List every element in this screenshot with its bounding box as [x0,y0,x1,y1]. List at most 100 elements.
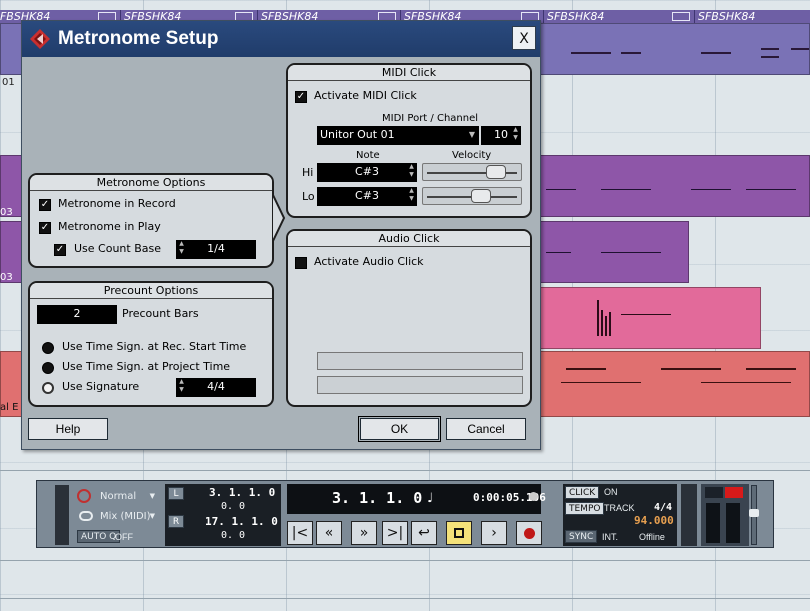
midi-port-value: Unitor Out 01 [320,128,395,141]
lo-note-field[interactable]: C#3 ▲ ▼ [317,187,417,206]
audio-sound-lo-field[interactable] [317,376,523,394]
audio-click-panel: Audio Click Activate Audio Click [286,229,532,407]
cycle-button[interactable]: ↩ [411,521,437,545]
count-base-checkbox[interactable]: ✓ [54,244,66,256]
count-base-value: 1/4 [207,242,225,255]
fast-forward-icon: » [359,525,369,541]
spin-arrows-icon[interactable]: ▲ ▼ [407,163,416,182]
lo-note-value: C#3 [355,189,379,202]
velocity-label: Velocity [452,150,492,161]
note-label: Note [356,150,380,161]
slider-knob[interactable] [486,165,506,179]
click-button[interactable]: CLICK [565,486,600,499]
spin-arrows-icon[interactable]: ▲ ▼ [511,126,520,145]
audio-part[interactable] [540,287,761,349]
left-locator-button[interactable]: L [168,487,184,500]
record-icon [523,527,535,539]
sync-mode: INT. [602,532,619,542]
cancel-button[interactable]: Cancel [446,418,526,440]
right-locator-sub: 0. 0 [221,530,246,541]
ok-button[interactable]: OK [358,416,441,442]
close-icon: X [519,31,529,47]
stop-icon [454,528,464,538]
activate-midi-click-checkbox[interactable]: ✓ [295,91,307,103]
metronome-play-checkbox[interactable]: ✓ [39,222,51,234]
count-base-field[interactable]: ▲ ▼ 1/4 [176,240,256,259]
autoq-value: OFF [115,532,133,542]
note-icon: ♩ [427,491,434,506]
help-button[interactable]: Help [28,418,108,440]
master-fader-knob[interactable] [749,509,759,517]
track-header-bar[interactable]: SFBSHK84 [695,10,810,23]
hi-note-value: C#3 [355,165,379,178]
midi-port-select[interactable]: Unitor Out 01 ▼ [317,126,479,145]
activate-midi-click-label: Activate MIDI Click [314,89,417,102]
sync-button[interactable]: SYNC [565,530,598,543]
play-button[interactable]: › [481,521,507,545]
panel-title: MIDI Click [288,65,530,81]
spin-arrows-icon[interactable]: ▲ ▼ [177,378,186,397]
right-locator-button[interactable]: R [168,515,184,528]
stop-button[interactable] [446,521,472,545]
row-label: 03 [0,207,13,218]
activate-audio-click-label: Activate Audio Click [314,255,424,268]
chevron-down-icon: ▼ [468,130,475,139]
transport-panel: Normal ▼ Mix (MIDI) ▼ AUTO Q OFF L 3. 1.… [36,480,774,548]
midi-channel-field[interactable]: 10 ▲ ▼ [481,126,521,145]
go-to-start-button[interactable]: |< [287,521,313,545]
precount-options-panel: Precount Options 2 Precount Bars Use Tim… [28,281,274,407]
level-meter-left [706,503,720,543]
part-name: SFBSHK84 [547,10,605,23]
spin-arrows-icon[interactable]: ▲ ▼ [407,187,416,206]
dialog-title: Metronome Setup [58,28,219,49]
play-icon: › [491,525,497,541]
hi-label: Hi [302,166,314,179]
metronome-record-checkbox[interactable]: ✓ [39,199,51,211]
chevron-down-icon: ▼ [149,512,155,520]
lo-label: Lo [302,190,315,203]
project-time-radio[interactable] [42,362,54,374]
clock-icon [529,492,538,501]
activate-audio-click-checkbox[interactable] [295,257,307,269]
row-label: 01 [2,77,15,88]
sync-status: Offline [639,532,665,542]
metronome-options-panel: Metronome Options ✓ Metronome in Record … [28,173,274,268]
slider-knob[interactable] [471,189,491,203]
rec-start-radio[interactable] [42,342,54,354]
record-mode-select[interactable]: Normal ▼ [77,489,159,504]
record-button[interactable] [516,521,542,545]
audio-sound-hi-field[interactable] [317,352,523,370]
input-meter [55,485,69,545]
tempo-button[interactable]: TEMPO [565,502,605,515]
precount-bars-field[interactable]: 2 [37,305,117,324]
forward-button[interactable]: » [351,521,377,545]
chevron-down-icon: ▼ [149,492,155,500]
lo-velocity-slider[interactable] [422,187,522,205]
panel-pointer-icon [272,193,286,243]
rewind-button[interactable]: « [316,521,342,545]
track-header-bar[interactable]: SFBSHK84 [544,10,695,23]
use-signature-radio[interactable] [42,382,54,394]
autoq-button[interactable]: AUTO Q [77,530,121,543]
left-locator-value[interactable]: 3. 1. 1. 0 [209,486,275,499]
cycle-mode-select[interactable]: Mix (MIDI) ▼ [77,509,159,524]
close-button[interactable]: X [512,26,536,50]
tempo-mode: TRACK [604,503,635,513]
right-locator-value[interactable]: 17. 1. 1. 0 [205,515,278,528]
go-to-end-button[interactable]: >| [382,521,408,545]
signature-value: 4/4 [654,502,673,513]
project-time-label: Use Time Sign. at Project Time [62,360,231,373]
hi-note-field[interactable]: C#3 ▲ ▼ [317,163,417,182]
part-name: SFBSHK84 [698,10,756,23]
midi-click-panel: MIDI Click ✓ Activate MIDI Click MIDI Po… [286,63,532,218]
left-locator-sub: 0. 0 [221,501,246,512]
hi-velocity-slider[interactable] [422,163,522,181]
metronome-record-label: Metronome in Record [58,197,176,210]
row-label: 03 [0,272,13,283]
signature-field[interactable]: ▲ ▼ 4/4 [176,378,256,397]
click-value: ON [604,487,618,497]
spin-arrows-icon[interactable]: ▲ ▼ [177,240,186,259]
precount-bars-label: Precount Bars [122,307,199,320]
tempo-value[interactable]: 94.000 [634,514,674,527]
bars-beats-display[interactable]: 3. 1. 1. 0 [332,489,422,507]
